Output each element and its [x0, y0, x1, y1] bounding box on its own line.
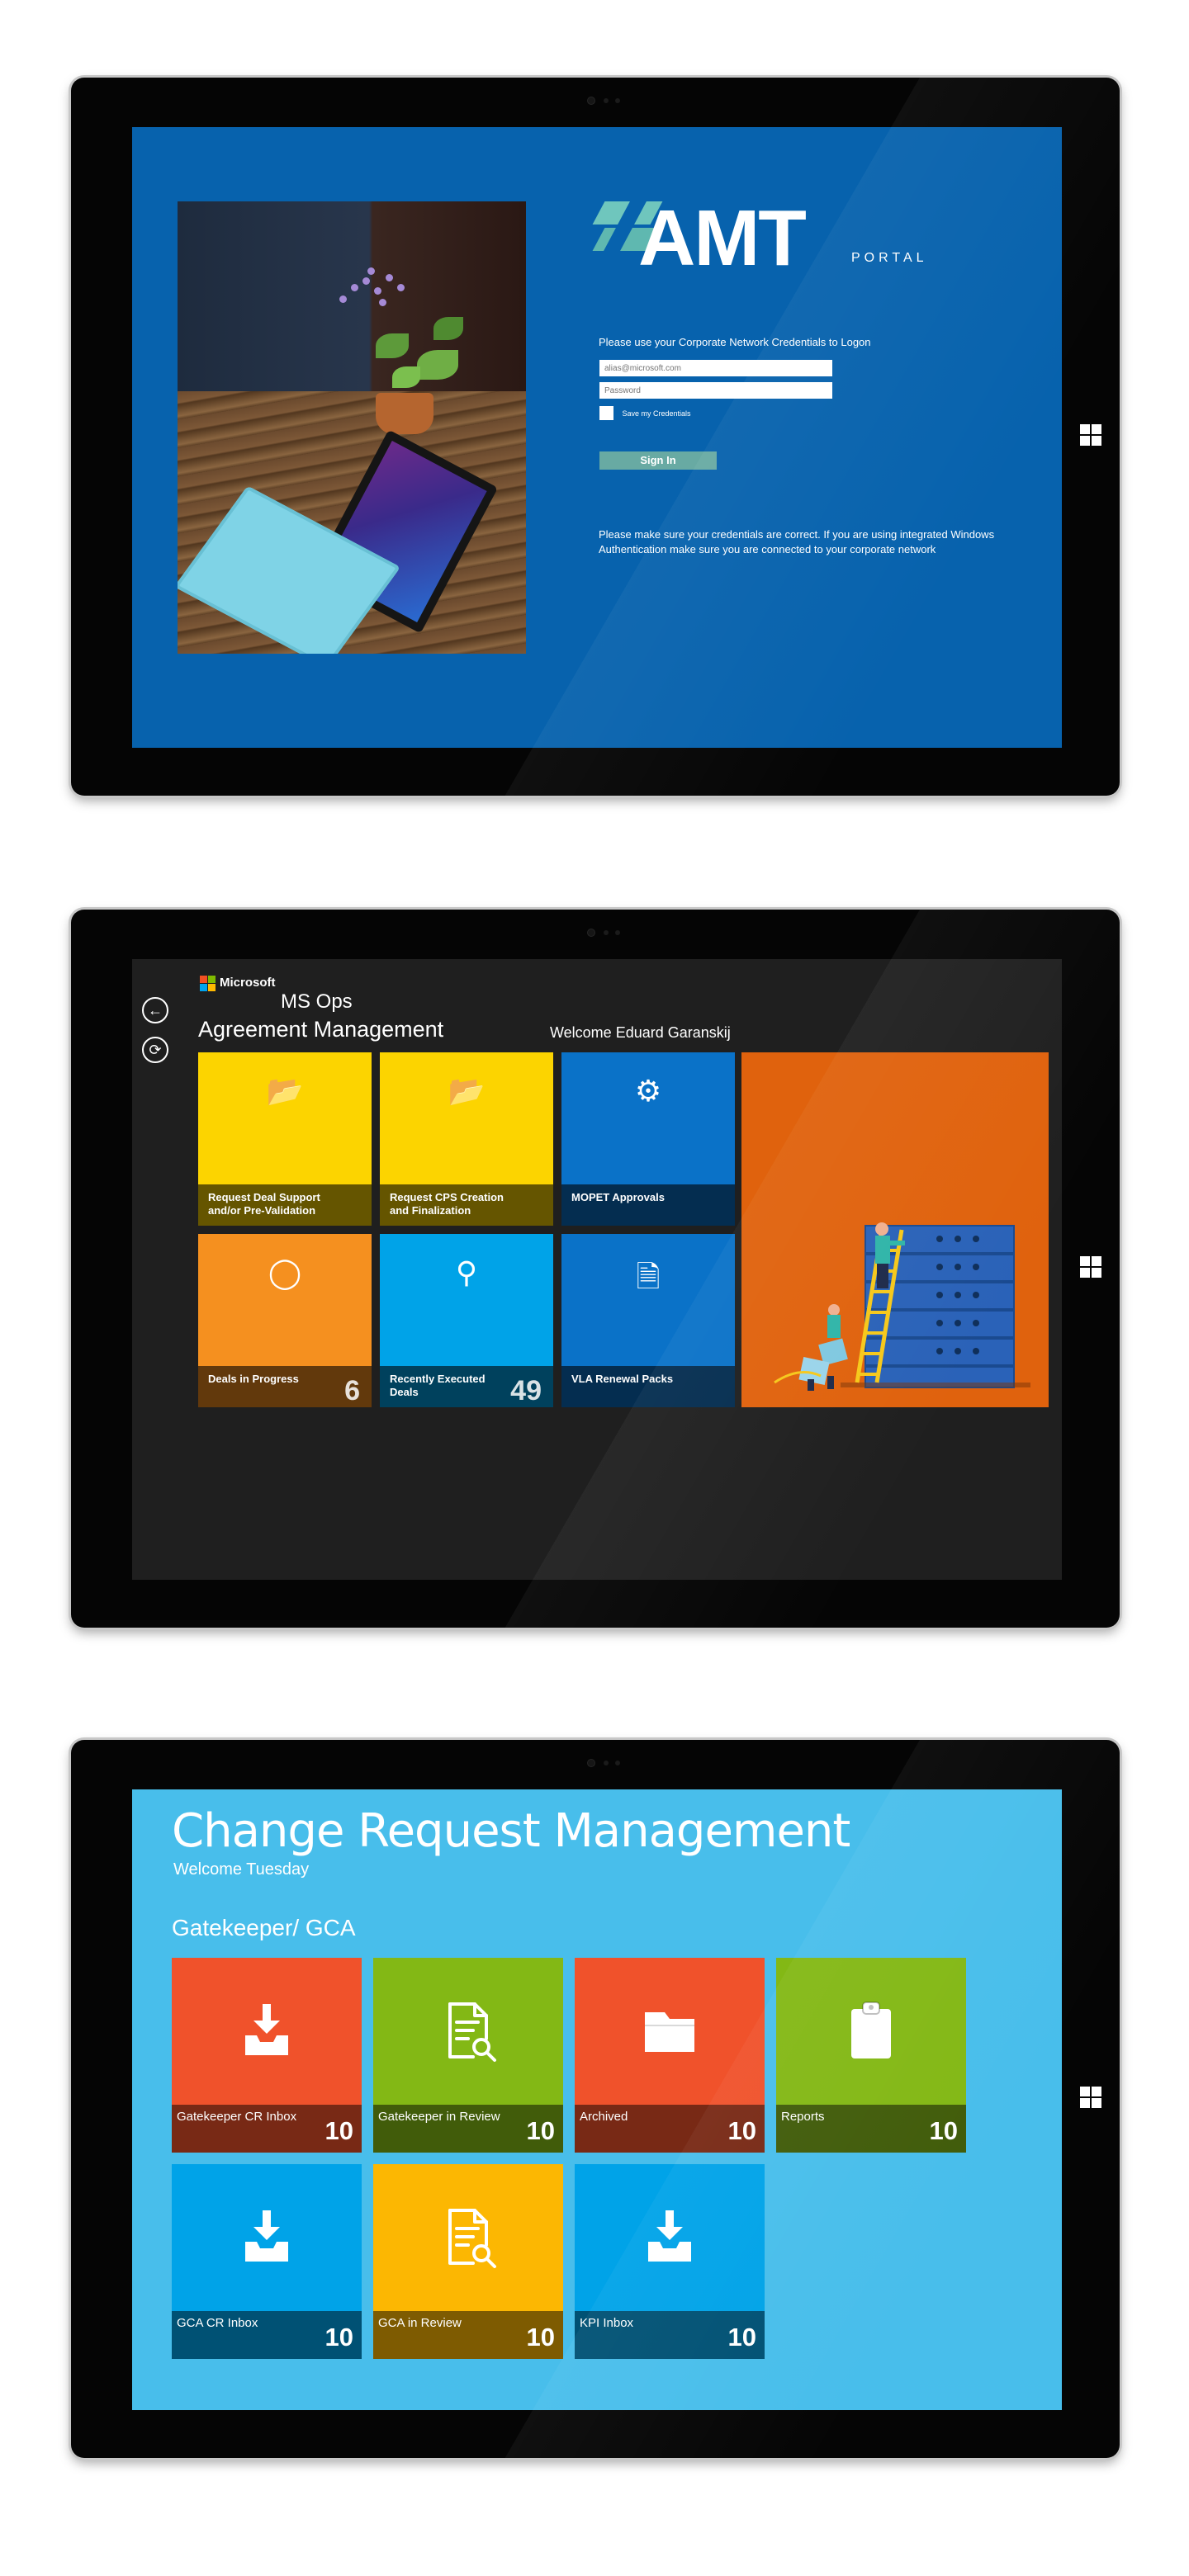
tile-2[interactable]: 📂 Request CPS Creation and Finalization: [380, 1052, 553, 1226]
login-prompt: Please use your Corporate Network Creden…: [599, 336, 871, 348]
tile-footer: KPI Inbox 10: [575, 2311, 765, 2359]
back-button[interactable]: ←: [142, 997, 168, 1023]
tile-footer: Reports 10: [776, 2105, 966, 2153]
tile-label: GCA CR Inbox: [177, 2316, 258, 2330]
tile-5[interactable]: ⚲ Recently Executed Deals 49: [380, 1234, 553, 1407]
tile-4[interactable]: ◯ Deals in Progress 6: [198, 1234, 372, 1407]
tile-label: KPI Inbox: [580, 2316, 634, 2330]
microsoft-squares-icon: [200, 976, 216, 992]
windows-button-icon[interactable]: [1080, 1256, 1101, 1278]
tile-footer: MOPET Approvals: [561, 1184, 735, 1226]
tile-footer: Gatekeeper CR Inbox 10: [172, 2105, 362, 2153]
tile-label: Gatekeeper CR Inbox: [177, 2110, 297, 2124]
tile-gca-cr-inbox[interactable]: GCA CR Inbox 10: [172, 2164, 362, 2359]
windows-button-icon[interactable]: [1080, 2087, 1101, 2108]
tile-label: Deals in Progress: [208, 1373, 299, 1385]
login-note: Please make sure your credentials are co…: [599, 528, 995, 555]
save-credentials-label: Save my Credentials: [622, 409, 691, 418]
tile-count: 10: [324, 2116, 353, 2145]
tile-archived[interactable]: Archived 10: [575, 1958, 765, 2153]
camera: [587, 928, 620, 938]
tile-count: 10: [526, 2323, 555, 2351]
tile-count: 6: [344, 1375, 360, 1406]
document-search-icon: [373, 1997, 563, 2063]
tile-label: Gatekeeper in Review: [378, 2110, 500, 2124]
inbox-download-icon: [172, 1997, 362, 2063]
inbox-download-icon: [575, 2204, 765, 2270]
app-name: MS Ops: [281, 990, 353, 1013]
tag-icon: ⚲: [455, 1255, 478, 1289]
tablet-device-crm: Change Request Management Welcome Tuesda…: [71, 1740, 1120, 2458]
tile-label: Reports: [781, 2110, 825, 2124]
camera: [587, 96, 620, 106]
tile-kpi-inbox[interactable]: KPI Inbox 10: [575, 2164, 765, 2359]
camera: [587, 1758, 620, 1768]
tile-label: MOPET Approvals: [571, 1191, 665, 1203]
crm-screen: Change Request Management Welcome Tuesda…: [132, 1789, 1062, 2410]
tile-count: 10: [324, 2323, 353, 2351]
tile-count: 10: [727, 2323, 756, 2351]
tile-6[interactable]: 🗎 VLA Renewal Packs: [561, 1234, 735, 1407]
password-field[interactable]: [599, 382, 832, 399]
inbox-download-icon: [172, 2204, 362, 2270]
logo-subtitle: PORTAL: [851, 251, 928, 265]
tile-reports[interactable]: Reports 10: [776, 1958, 966, 2153]
spinner-icon: ◯: [268, 1255, 302, 1289]
tile-label: Archived: [580, 2110, 628, 2124]
tablet-device-msops: ← ⟳ Microsoft MS Ops Agreement Managemen…: [71, 910, 1120, 1628]
tile-label: Request Deal Support and/or Pre-Validati…: [208, 1191, 320, 1217]
document-lock-icon: 📂: [448, 1074, 486, 1108]
logo-title: AMT: [638, 194, 807, 282]
welcome-text: Welcome Eduard Garanskij: [550, 1024, 731, 1041]
save-credentials-row[interactable]: Save my Credentials: [599, 406, 691, 421]
tile-footer: Request CPS Creation and Finalization: [380, 1184, 553, 1226]
tile-3[interactable]: ⚙ MOPET Approvals: [561, 1052, 735, 1226]
sign-in-button[interactable]: Sign In: [599, 451, 717, 470]
welcome-text: Welcome Tuesday: [173, 1860, 310, 1879]
msops-screen: ← ⟳ Microsoft MS Ops Agreement Managemen…: [132, 959, 1062, 1580]
tile-label: Request CPS Creation and Finalization: [390, 1191, 504, 1217]
gears-icon: ⚙: [634, 1074, 662, 1108]
tile-footer: Deals in Progress 6: [198, 1366, 372, 1407]
tile-label: VLA Renewal Packs: [571, 1373, 674, 1385]
tablet-device-login: AMT PORTAL Please use your Corporate Net…: [71, 78, 1120, 796]
amt-portal-logo: AMT PORTAL: [592, 194, 945, 282]
tile-label: GCA in Review: [378, 2316, 462, 2330]
tile-footer: Recently Executed Deals 49: [380, 1366, 553, 1407]
windows-button-icon[interactable]: [1080, 424, 1101, 446]
tile-count: 10: [526, 2116, 555, 2145]
tile-footer: Request Deal Support and/or Pre-Validati…: [198, 1184, 372, 1226]
tile-count: 10: [727, 2116, 756, 2145]
tile-count: 10: [929, 2116, 958, 2145]
document-lock-icon: 📂: [266, 1074, 304, 1108]
arrow-left-icon: ←: [148, 1002, 163, 1019]
tile-footer: GCA in Review 10: [373, 2311, 563, 2359]
tile-footer: Archived 10: [575, 2105, 765, 2153]
refresh-icon: ⟳: [149, 1042, 162, 1058]
microsoft-wordmark: Microsoft: [220, 976, 276, 990]
tile-count: 49: [510, 1375, 542, 1406]
page-title: Agreement Management: [198, 1017, 444, 1042]
save-credentials-checkbox[interactable]: [599, 406, 613, 421]
tile-label: Recently Executed Deals: [390, 1373, 486, 1398]
page-title: Change Request Management: [172, 1804, 850, 1858]
refresh-button[interactable]: ⟳: [142, 1037, 168, 1063]
document-stack-icon: 🗎: [636, 1260, 661, 1293]
tile-gatekeeper-cr-inbox[interactable]: Gatekeeper CR Inbox 10: [172, 1958, 362, 2153]
tile-gca-in-review[interactable]: GCA in Review 10: [373, 2164, 563, 2359]
login-screen: AMT PORTAL Please use your Corporate Net…: [132, 127, 1062, 748]
hero-illustration: [741, 1052, 1049, 1407]
email-field[interactable]: [599, 360, 832, 376]
tablet-photo: [178, 201, 526, 654]
document-search-icon: [373, 2204, 563, 2270]
tile-footer: VLA Renewal Packs: [561, 1366, 735, 1407]
tile-gatekeeper-in-review[interactable]: Gatekeeper in Review 10: [373, 1958, 563, 2153]
tile-1[interactable]: 📂 Request Deal Support and/or Pre-Validat…: [198, 1052, 372, 1226]
tile-footer: Gatekeeper in Review 10: [373, 2105, 563, 2153]
section-heading: Gatekeeper/ GCA: [172, 1915, 356, 1940]
clipboard-icon: [776, 1997, 966, 2063]
folder-icon: [575, 1997, 765, 2063]
tile-footer: GCA CR Inbox 10: [172, 2311, 362, 2359]
